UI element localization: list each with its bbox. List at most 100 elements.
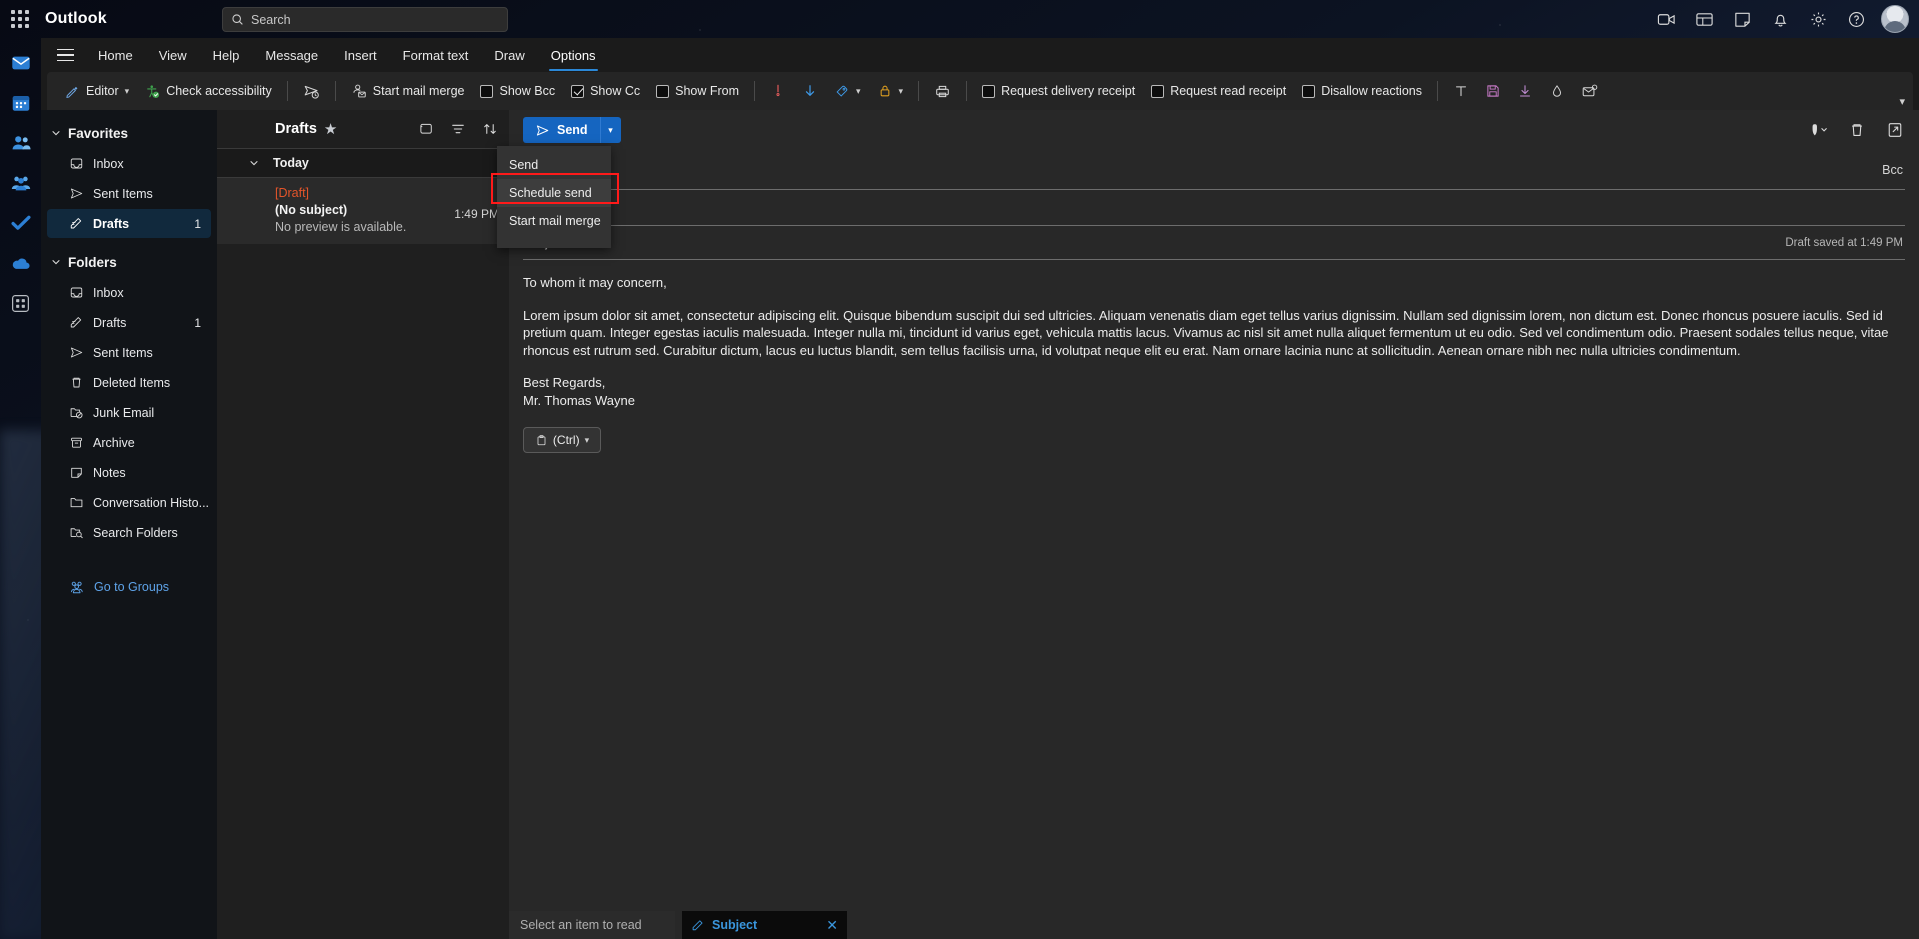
- show-bcc-checkbox-box[interactable]: [480, 84, 494, 98]
- sidebar-item-junk-email[interactable]: Junk Email: [47, 398, 211, 427]
- menu-item-send[interactable]: Send: [497, 151, 611, 179]
- sidebar-item-inbox[interactable]: Inbox: [47, 278, 211, 307]
- ribbon-tab-home[interactable]: Home: [85, 38, 146, 72]
- notes-icon[interactable]: [1725, 4, 1759, 34]
- favorites-group-header[interactable]: Favorites: [41, 118, 217, 148]
- rail-item-calendar[interactable]: [4, 86, 38, 120]
- delay-delivery-button[interactable]: [295, 77, 328, 105]
- sidebar-item-label: Archive: [93, 435, 135, 450]
- go-to-groups-button[interactable]: Go to Groups: [47, 572, 211, 601]
- compose-taskbar-chip[interactable]: Subject ✕: [682, 911, 847, 939]
- message-body[interactable]: To whom it may concern, Lorem ipsum dolo…: [523, 274, 1905, 454]
- recipients-cc-field[interactable]: [523, 190, 1905, 226]
- close-icon[interactable]: ✕: [826, 917, 838, 934]
- rail-item-groups[interactable]: [4, 166, 38, 200]
- message-list-header-actions: [415, 118, 501, 140]
- compose-pane: Send ▾ Bcc Subje: [509, 110, 1919, 939]
- paste-options-button[interactable]: (Ctrl) ▾: [523, 427, 601, 454]
- request-delivery-receipt-checkbox-box[interactable]: [982, 84, 996, 98]
- ribbon-tab-help[interactable]: Help: [200, 38, 253, 72]
- collapse-ribbon-icon[interactable]: ▾: [1899, 95, 1905, 108]
- request-delivery-receipt-label: Request delivery receipt: [1001, 84, 1136, 98]
- sidebar-item-drafts[interactable]: Drafts 1: [47, 308, 211, 337]
- send-options-chevron-down-icon[interactable]: ▾: [599, 117, 621, 143]
- print-button[interactable]: [926, 77, 959, 105]
- ribbon-tab-view[interactable]: View: [146, 38, 200, 72]
- request-delivery-receipt-checkbox[interactable]: Request delivery receipt: [974, 77, 1143, 105]
- sensitivity-button[interactable]: ▾: [826, 77, 869, 105]
- recipients-to-field[interactable]: Bcc: [523, 150, 1905, 190]
- rail-item-people[interactable]: [4, 126, 38, 160]
- menu-item-start-mail-merge[interactable]: Start mail merge: [497, 207, 611, 235]
- show-cc-checkbox-box[interactable]: [571, 84, 585, 98]
- rail-item-to-do[interactable]: [4, 206, 38, 240]
- subject-field[interactable]: Subject Draft saved at 1:49 PM: [523, 226, 1905, 260]
- sidebar-item-favorites-drafts[interactable]: Drafts 1: [47, 209, 211, 238]
- show-bcc-checkbox[interactable]: Show Bcc: [472, 77, 563, 105]
- sidebar-item-notes[interactable]: Notes: [47, 458, 211, 487]
- ribbon-tab-options[interactable]: Options: [538, 38, 609, 72]
- high-importance-button[interactable]: [762, 77, 794, 105]
- discard-trash-icon[interactable]: [1845, 118, 1869, 142]
- star-filled-icon[interactable]: ★: [324, 120, 337, 138]
- rail-item-mail[interactable]: [4, 46, 38, 80]
- save-button[interactable]: [1477, 77, 1509, 105]
- filter-icon[interactable]: [447, 118, 469, 140]
- sort-icon[interactable]: [479, 118, 501, 140]
- download-button[interactable]: [1509, 77, 1541, 105]
- message-list-pane: Drafts ★ Today [Draft] (No subject) No p…: [217, 110, 509, 939]
- sidebar-item-favorites-sent-items[interactable]: Sent Items: [47, 179, 211, 208]
- avatar[interactable]: [1881, 5, 1909, 33]
- start-mail-merge-button[interactable]: Start mail merge: [343, 77, 473, 105]
- gear-icon[interactable]: [1801, 4, 1835, 34]
- rail-item-onedrive[interactable]: [4, 246, 38, 280]
- show-from-checkbox-box[interactable]: [656, 84, 670, 98]
- mail-merge-icon: [353, 84, 366, 98]
- shield-chevron-icon[interactable]: [1807, 118, 1831, 142]
- check-accessibility-button[interactable]: Check accessibility: [137, 77, 280, 105]
- message-options-button[interactable]: [1573, 77, 1606, 105]
- show-cc-checkbox[interactable]: Show Cc: [563, 77, 648, 105]
- bell-icon[interactable]: [1763, 4, 1797, 34]
- show-from-checkbox[interactable]: Show From: [648, 77, 747, 105]
- chevron-down-icon: ▾: [898, 85, 904, 96]
- copilot-icon[interactable]: [415, 118, 437, 140]
- plain-text-button[interactable]: [1445, 77, 1477, 105]
- ribbon-tab-draw[interactable]: Draw: [481, 38, 537, 72]
- hamburger-menu-icon[interactable]: [45, 38, 85, 72]
- request-read-receipt-checkbox[interactable]: Request read receipt: [1143, 77, 1294, 105]
- encrypt-button[interactable]: ▾: [869, 77, 912, 105]
- message-group-today[interactable]: Today: [217, 148, 509, 178]
- sidebar-item-favorites-inbox[interactable]: Inbox: [47, 149, 211, 178]
- sidebar-item-conversation-history[interactable]: Conversation Histo...: [47, 488, 211, 517]
- disallow-reactions-checkbox[interactable]: Disallow reactions: [1294, 77, 1430, 105]
- app-launcher-icon[interactable]: [0, 0, 40, 38]
- editor-button[interactable]: Editor ▾: [57, 77, 137, 105]
- list-item[interactable]: [Draft] (No subject) No preview is avail…: [217, 178, 509, 244]
- pencil-icon: [692, 920, 703, 931]
- sidebar-item-search-folders[interactable]: Search Folders: [47, 518, 211, 547]
- ribbon-tab-message[interactable]: Message: [252, 38, 331, 72]
- rail-item-apps[interactable]: [4, 286, 38, 320]
- teams-icon[interactable]: [1687, 4, 1721, 34]
- low-importance-button[interactable]: [794, 77, 826, 105]
- sidebar-item-archive[interactable]: Archive: [47, 428, 211, 457]
- sidebar-item-deleted-items[interactable]: Deleted Items: [47, 368, 211, 397]
- sidebar-item-sent-items[interactable]: Sent Items: [47, 338, 211, 367]
- popout-icon[interactable]: [1883, 118, 1907, 142]
- request-read-receipt-checkbox-box[interactable]: [1151, 84, 1165, 98]
- ink-button[interactable]: [1541, 77, 1573, 105]
- menu-item-schedule-send[interactable]: Schedule send: [497, 179, 611, 207]
- send-button[interactable]: Send: [523, 117, 600, 143]
- folders-group-header[interactable]: Folders: [41, 247, 217, 277]
- meet-now-icon[interactable]: [1649, 4, 1683, 34]
- help-icon[interactable]: [1839, 4, 1873, 34]
- send-icon: [70, 347, 83, 358]
- bcc-toggle[interactable]: Bcc: [1882, 163, 1903, 177]
- search-input[interactable]: Search: [222, 7, 508, 32]
- sidebar-item-label: Search Folders: [93, 525, 178, 540]
- ribbon-tab-insert[interactable]: Insert: [331, 38, 390, 72]
- groups-icon: [70, 581, 83, 593]
- disallow-reactions-checkbox-box[interactable]: [1302, 84, 1316, 98]
- ribbon-tab-format-text[interactable]: Format text: [390, 38, 482, 72]
